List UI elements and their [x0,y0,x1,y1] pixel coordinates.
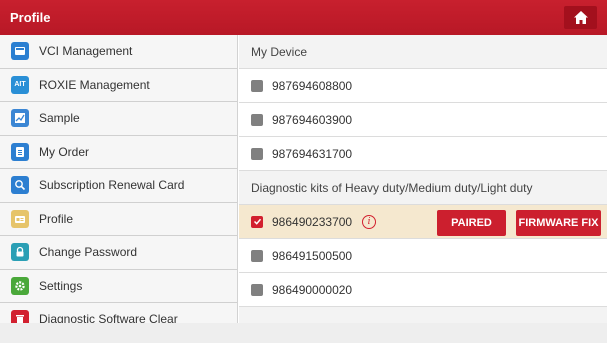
device-row[interactable]: 986490000020 [239,273,607,307]
checkbox[interactable] [251,283,263,296]
firmware-fix-button[interactable]: FIRMWARE FIX [516,210,601,236]
checkbox-checked[interactable] [251,215,263,228]
sidebar-item-subscription-renewal-card[interactable]: Subscription Renewal Card [0,169,237,203]
device-serial: 986491500500 [272,248,353,263]
search-icon [11,176,29,195]
check-icon [253,218,261,225]
home-icon [573,11,588,24]
vci-icon [11,42,29,61]
sidebar-item-label: My Order [39,144,90,159]
device-list: My Device 987694608800 987694603900 9876… [239,35,607,343]
ait-icon: AIT [11,75,29,94]
sidebar-item-change-password[interactable]: Change Password [0,236,237,270]
sidebar: VCI Management AIT ROXIE Management Samp… [0,35,238,343]
section-title-my-device: My Device [239,35,607,69]
lock-icon [11,243,29,262]
sidebar-item-roxie-management[interactable]: AIT ROXIE Management [0,68,237,102]
paired-button[interactable]: PAIRED [437,210,506,236]
device-serial: 986490000020 [272,282,353,297]
device-serial: 987694603900 [272,112,353,127]
sidebar-item-profile[interactable]: Profile [0,202,237,236]
device-row[interactable]: 987694608800 [239,69,607,103]
device-serial: 986490233700 [272,214,353,229]
gear-icon [11,276,29,295]
section-title-text: My Device [251,44,308,59]
device-serial: 987694631700 [272,146,353,161]
sidebar-item-label: Profile [39,211,74,226]
device-row[interactable]: 986491500500 [239,239,607,273]
device-row-selected[interactable]: 986490233700 i PAIRED FIRMWARE FIX [239,205,607,239]
id-card-icon [11,209,29,228]
title-bar: Profile [0,0,607,35]
sidebar-item-label: Change Password [39,245,138,260]
sidebar-item-label: VCI Management [39,44,133,59]
sidebar-item-label: ROXIE Management [39,77,150,92]
sidebar-item-settings[interactable]: Settings [0,269,237,303]
checkbox[interactable] [251,249,263,262]
checkbox[interactable] [251,147,263,160]
checkbox[interactable] [251,79,263,92]
section-title-text: Diagnostic kits of Heavy duty/Medium dut… [251,180,533,195]
sidebar-item-sample[interactable]: Sample [0,102,237,136]
clipboard-icon [11,142,29,161]
device-row[interactable]: 987694603900 [239,103,607,137]
section-title-diagnostic-kits: Diagnostic kits of Heavy duty/Medium dut… [239,171,607,205]
device-row[interactable]: 987694631700 [239,137,607,171]
device-serial: 987694608800 [272,78,353,93]
sidebar-item-label: Settings [39,278,83,293]
sidebar-item-vci-management[interactable]: VCI Management [0,35,237,69]
sidebar-item-label: Subscription Renewal Card [39,178,185,193]
info-icon[interactable]: i [362,214,377,229]
page-title: Profile [10,10,51,25]
sidebar-item-label: Sample [39,111,80,126]
bottom-strip [0,323,607,343]
sidebar-item-my-order[interactable]: My Order [0,135,237,169]
home-button[interactable] [564,6,597,29]
checkbox[interactable] [251,113,263,126]
chart-icon [11,109,29,128]
